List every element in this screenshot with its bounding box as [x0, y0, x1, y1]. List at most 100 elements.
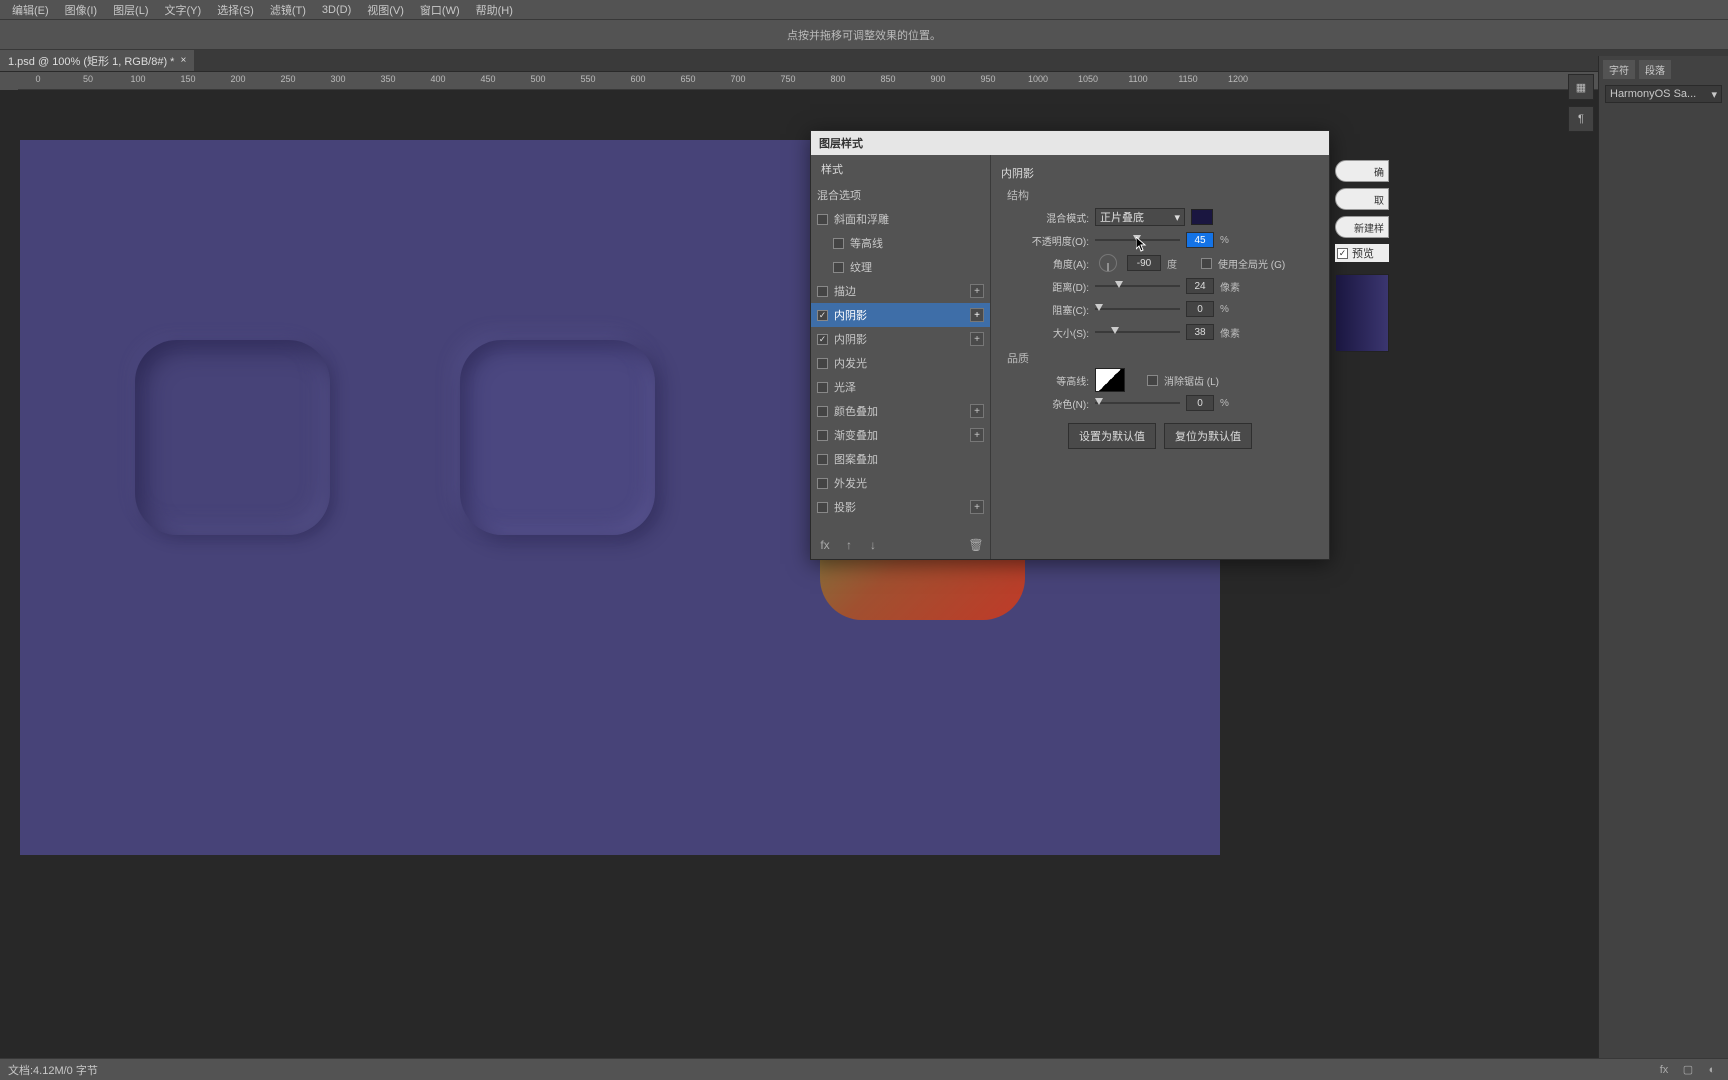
- effect-checkbox[interactable]: [817, 478, 828, 489]
- effect-row-7[interactable]: 光泽: [811, 375, 990, 399]
- size-slider[interactable]: [1095, 325, 1180, 339]
- opacity-label: 不透明度(O):: [1001, 233, 1089, 248]
- menu-3d[interactable]: 3D(D): [314, 4, 359, 16]
- effect-checkbox[interactable]: [817, 430, 828, 441]
- document-tab-bar: 1.psd @ 100% (矩形 1, RGB/8#) * ×: [0, 50, 1728, 72]
- fx-icon[interactable]: fx: [817, 537, 833, 553]
- angle-dial[interactable]: [1099, 254, 1117, 272]
- ruler-tick: 300: [330, 74, 345, 84]
- ruler-tick: 50: [83, 74, 93, 84]
- effect-row-12[interactable]: 投影+: [811, 495, 990, 519]
- blending-options-label: 混合选项: [817, 187, 861, 203]
- menu-image[interactable]: 图像(I): [57, 2, 105, 18]
- percent-unit: %: [1220, 235, 1248, 246]
- effect-row-2[interactable]: 纹理: [811, 255, 990, 279]
- effect-checkbox[interactable]: [817, 382, 828, 393]
- effect-row-0[interactable]: 斜面和浮雕: [811, 207, 990, 231]
- noise-input[interactable]: 0: [1186, 395, 1214, 411]
- blending-options-row[interactable]: 混合选项: [811, 183, 990, 207]
- menu-help[interactable]: 帮助(H): [468, 2, 521, 18]
- menu-filter[interactable]: 滤镜(T): [262, 2, 314, 18]
- add-effect-icon[interactable]: +: [970, 404, 984, 418]
- percent-unit: %: [1220, 398, 1248, 409]
- effect-checkbox[interactable]: [817, 334, 828, 345]
- effect-row-4[interactable]: 内阴影+: [811, 303, 990, 327]
- effect-checkbox[interactable]: [817, 406, 828, 417]
- panel-paragraph-icon[interactable]: ¶: [1568, 106, 1594, 132]
- add-effect-icon[interactable]: +: [970, 428, 984, 442]
- distance-input[interactable]: 24: [1186, 278, 1214, 294]
- noise-slider[interactable]: [1095, 396, 1180, 410]
- options-bar: 点按并拖移可调整效果的位置。: [0, 20, 1728, 50]
- effect-row-9[interactable]: 渐变叠加+: [811, 423, 990, 447]
- tab-paragraph[interactable]: 段落: [1639, 60, 1671, 79]
- effect-checkbox[interactable]: [833, 238, 844, 249]
- effect-checkbox[interactable]: [817, 502, 828, 513]
- size-input[interactable]: 38: [1186, 324, 1214, 340]
- neumorphic-square-2: [460, 340, 655, 535]
- ruler-tick: 1150: [1178, 74, 1197, 84]
- add-effect-icon[interactable]: +: [970, 308, 984, 322]
- global-light-label: 使用全局光 (G): [1218, 256, 1285, 271]
- choke-input[interactable]: 0: [1186, 301, 1214, 317]
- document-tab[interactable]: 1.psd @ 100% (矩形 1, RGB/8#) * ×: [0, 50, 194, 71]
- contour-picker[interactable]: [1095, 368, 1125, 392]
- opacity-slider[interactable]: [1095, 233, 1180, 247]
- add-effect-icon[interactable]: +: [970, 500, 984, 514]
- effect-row-10[interactable]: 图案叠加: [811, 447, 990, 471]
- effect-row-8[interactable]: 颜色叠加+: [811, 399, 990, 423]
- angle-input[interactable]: -90: [1127, 255, 1161, 271]
- close-icon[interactable]: ×: [180, 55, 186, 66]
- ruler-tick: 850: [880, 74, 895, 84]
- styles-header[interactable]: 样式: [811, 155, 990, 183]
- degree-unit: 度: [1167, 256, 1195, 271]
- make-default-button[interactable]: 设置为默认值: [1068, 423, 1156, 449]
- menu-layer[interactable]: 图层(L): [105, 2, 156, 18]
- preview-checkbox[interactable]: [1337, 248, 1348, 259]
- distance-slider[interactable]: [1095, 279, 1180, 293]
- cancel-button[interactable]: 取: [1335, 188, 1389, 210]
- ruler-tick: 250: [280, 74, 295, 84]
- menu-select[interactable]: 选择(S): [209, 2, 262, 18]
- fx-status-icon[interactable]: fx: [1656, 1062, 1672, 1078]
- effect-row-6[interactable]: 内发光: [811, 351, 990, 375]
- status-doc-info: 文档:4.12M/0 字节: [8, 1062, 98, 1078]
- add-effect-icon[interactable]: +: [970, 284, 984, 298]
- dialog-titlebar[interactable]: 图层样式: [811, 131, 1329, 155]
- menu-edit[interactable]: 编辑(E): [4, 2, 57, 18]
- effect-checkbox[interactable]: [817, 214, 828, 225]
- up-arrow-icon[interactable]: ↑: [841, 537, 857, 553]
- font-dropdown[interactable]: HarmonyOS Sa... ▾: [1605, 85, 1722, 103]
- new-style-button[interactable]: 新建样: [1335, 216, 1389, 238]
- effect-row-5[interactable]: 内阴影+: [811, 327, 990, 351]
- effect-checkbox[interactable]: [817, 454, 828, 465]
- panel-grid-icon[interactable]: ▦: [1568, 74, 1594, 100]
- effect-row-1[interactable]: 等高线: [811, 231, 990, 255]
- opacity-input[interactable]: 45: [1186, 232, 1214, 248]
- menu-type[interactable]: 文字(Y): [157, 2, 210, 18]
- color-swatch[interactable]: [1191, 209, 1213, 225]
- adjust-status-icon[interactable]: ◐: [1704, 1062, 1720, 1078]
- effect-checkbox[interactable]: [817, 358, 828, 369]
- effect-row-3[interactable]: 描边+: [811, 279, 990, 303]
- mask-status-icon[interactable]: ▢: [1680, 1062, 1696, 1078]
- effect-label: 外发光: [834, 475, 867, 491]
- ruler-tick: 200: [230, 74, 245, 84]
- choke-slider[interactable]: [1095, 302, 1180, 316]
- global-light-checkbox[interactable]: [1201, 258, 1212, 269]
- ok-button[interactable]: 确: [1335, 160, 1389, 182]
- effect-checkbox[interactable]: [817, 310, 828, 321]
- effect-row-11[interactable]: 外发光: [811, 471, 990, 495]
- reset-default-button[interactable]: 复位为默认值: [1164, 423, 1252, 449]
- effect-checkbox[interactable]: [833, 262, 844, 273]
- effect-checkbox[interactable]: [817, 286, 828, 297]
- add-effect-icon[interactable]: +: [970, 332, 984, 346]
- trash-icon[interactable]: 🗑: [968, 537, 984, 553]
- down-arrow-icon[interactable]: ↓: [865, 537, 881, 553]
- menu-window[interactable]: 窗口(W): [412, 2, 468, 18]
- blend-mode-select[interactable]: 正片叠底 ▾: [1095, 208, 1185, 226]
- menu-view[interactable]: 视图(V): [359, 2, 412, 18]
- document-tab-label: 1.psd @ 100% (矩形 1, RGB/8#) *: [8, 53, 174, 69]
- antialias-checkbox[interactable]: [1147, 375, 1158, 386]
- tab-character[interactable]: 字符: [1603, 60, 1635, 79]
